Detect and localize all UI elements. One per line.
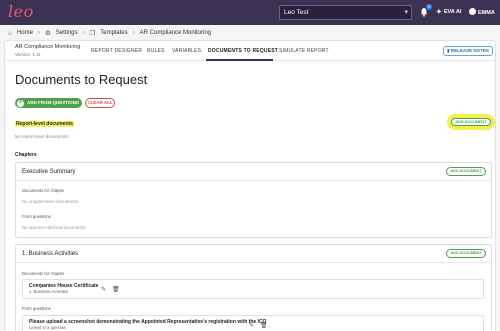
add-document-button[interactable]: ADD DOCUMENT <box>451 118 491 126</box>
eva-ai-label: EVA AI <box>443 9 462 15</box>
documents-for-chapter-label: Documents for chapter <box>22 271 65 276</box>
chapters-heading: Chapters <box>15 152 37 158</box>
chapter-header: Executive Summary ADD DOCUMENT <box>16 163 491 181</box>
tenant-select-value: Leo Test <box>284 9 309 16</box>
no-report-documents-text: No report-level documents. <box>15 134 70 139</box>
document-chapter: 1. Business Activities <box>29 289 69 294</box>
no-chapter-documents-text: No chapter-level documents. <box>22 199 80 204</box>
breadcrumb-separator: › <box>132 30 135 36</box>
home-icon: ⌂ <box>8 29 12 37</box>
app-logo[interactable]: leo <box>8 2 34 21</box>
breadcrumb-separator: › <box>82 30 85 36</box>
release-notes-button[interactable]: ▮ RELEASE NOTES <box>443 46 493 56</box>
chapter-document-item: Companies House Certificate 1. Business … <box>22 279 484 299</box>
chapter-executive-summary: Executive Summary ADD DOCUMENT Documents… <box>15 162 492 238</box>
tab-report-designer[interactable]: REPORT DESIGNER <box>91 48 142 54</box>
sparkle-icon: ✦ <box>436 9 442 16</box>
chevron-down-icon: ▾ <box>404 9 408 16</box>
tenant-select[interactable]: Leo Test ▾ <box>279 5 412 20</box>
breadcrumb-home[interactable]: Home <box>17 30 33 36</box>
chapter-header: 1. Business Activities ADD DOCUMENT <box>16 245 491 263</box>
plus-icon: + <box>17 99 24 107</box>
edit-icon[interactable]: ✎ <box>101 286 106 293</box>
documents-for-chapter-label: Documents for chapter <box>22 188 65 193</box>
chapter-title: 1. Business Activities <box>22 251 79 257</box>
edit-icon[interactable]: ✎ <box>249 322 254 329</box>
active-tab-indicator <box>206 59 273 61</box>
trash-icon[interactable]: 🗑 <box>260 322 268 329</box>
breadcrumb-separator: › <box>37 30 40 36</box>
from-questions-label: From questions <box>22 306 51 311</box>
breadcrumb-settings[interactable]: Settings <box>56 30 78 36</box>
notification-badge: 5 <box>426 4 432 10</box>
tab-variables[interactable]: VARIABLES <box>172 48 201 54</box>
document-link-note: Linked to a question <box>29 325 67 330</box>
top-bar: leo Leo Test ▾ 5 ✦ EVA AI EMMA <box>0 0 500 25</box>
chapter-add-document-button[interactable]: ADD DOCUMENT <box>446 249 486 258</box>
breadcrumb-current: AR Compliance Monitoring <box>139 30 212 36</box>
bookmark-icon: ▮ <box>447 48 450 53</box>
chapter-business-activities: 1. Business Activities ADD DOCUMENT Docu… <box>15 244 492 331</box>
page-title: Documents to Request <box>15 72 148 87</box>
eva-ai-button[interactable]: ✦ EVA AI <box>436 8 461 16</box>
report-level-documents-heading: Report-level documents <box>15 121 74 127</box>
project-name: AR Compliance Monitoring <box>15 44 81 50</box>
no-question-documents-text: No question-derived documents. <box>22 225 87 230</box>
question-document-item: Please upload a screenshot demonstrating… <box>22 315 484 331</box>
document-icon: ❐ <box>89 30 96 37</box>
trash-icon[interactable]: 🗑 <box>112 286 120 293</box>
tab-rules[interactable]: RULES <box>147 48 165 54</box>
user-name: EMMA <box>478 10 495 16</box>
chapter-add-document-button[interactable]: ADD DOCUMENT <box>446 167 486 176</box>
chapter-title: Executive Summary <box>22 169 76 175</box>
clear-all-button[interactable]: CLEAR ALL <box>85 98 115 108</box>
add-from-questions-label: ADD FROM QUESTIONS <box>27 100 80 105</box>
main-card: AR Compliance Monitoring Version: 1.11 R… <box>4 40 497 331</box>
project-version: Version: 1.11 <box>15 52 41 57</box>
tab-documents-to-request[interactable]: DOCUMENTS TO REQUEST <box>208 48 278 54</box>
from-questions-label: From questions <box>22 214 51 219</box>
tab-bar: AR Compliance Monitoring Version: 1.11 R… <box>5 41 497 61</box>
breadcrumb-templates[interactable]: Templates <box>100 30 127 36</box>
gear-icon: ⚙ <box>44 30 51 37</box>
add-from-questions-button[interactable]: + ADD FROM QUESTIONS <box>15 98 82 108</box>
avatar-icon <box>469 8 476 15</box>
user-menu[interactable]: EMMA <box>469 8 495 16</box>
release-notes-label: RELEASE NOTES <box>450 48 489 53</box>
tab-simulate-report[interactable]: SIMULATE REPORT <box>279 48 329 54</box>
breadcrumb: ⌂ Home › ⚙ Settings › ❐ Templates › AR C… <box>8 29 212 38</box>
